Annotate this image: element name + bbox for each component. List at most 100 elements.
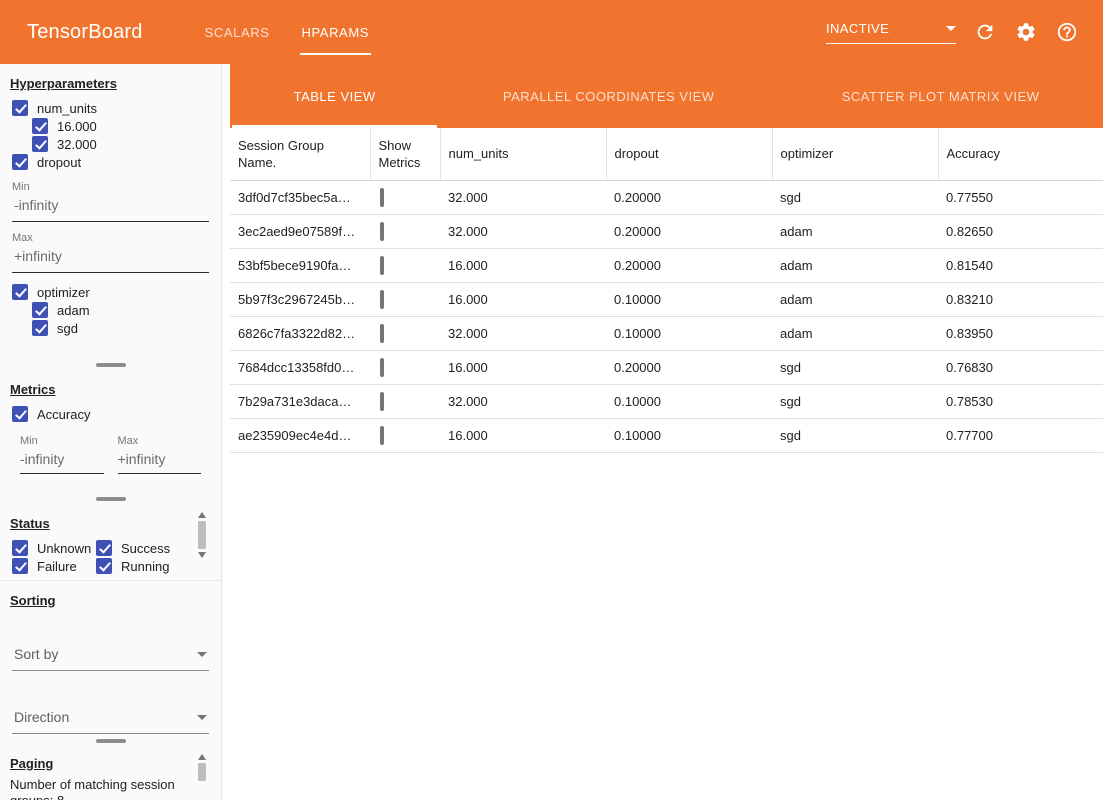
show-metrics-cell xyxy=(370,384,440,418)
adam-checkbox[interactable] xyxy=(32,302,48,318)
page-body: Hyperparameters num_units 16.000 32.000 … xyxy=(0,64,1103,800)
hparam-num-units-row[interactable]: num_units xyxy=(10,99,211,117)
hyperparameters-heading: Hyperparameters xyxy=(10,76,211,91)
metric-min-input[interactable]: -infinity xyxy=(20,447,104,474)
col-header-dropout: dropout xyxy=(606,128,772,180)
session-group-name-cell: ae235909ec4e4d… xyxy=(230,418,370,452)
scroll-down-icon[interactable] xyxy=(198,552,206,558)
show-metrics-checkbox[interactable] xyxy=(380,188,384,207)
checkbox-label: Unknown xyxy=(37,541,91,556)
paging-heading: Paging xyxy=(10,756,211,771)
hparam-value-16-row[interactable]: 16.000 xyxy=(30,117,211,135)
accuracy-checkbox[interactable] xyxy=(12,406,28,422)
panel-resize-handle[interactable] xyxy=(0,736,221,746)
scroll-up-icon[interactable] xyxy=(198,754,206,760)
refresh-icon xyxy=(974,21,996,43)
show-metrics-checkbox[interactable] xyxy=(380,392,384,411)
paging-scrollbar[interactable] xyxy=(197,754,207,796)
optimizer-checkbox[interactable] xyxy=(12,284,28,300)
metric-max-input[interactable]: +infinity xyxy=(118,447,202,474)
tab-scatter-plot-matrix-view[interactable]: SCATTER PLOT MATRIX VIEW xyxy=(778,64,1103,128)
dropout-max-input[interactable]: +infinity xyxy=(12,244,209,273)
col-header-session-group-name: Session Group Name. xyxy=(230,128,370,180)
optimizer-cell: adam xyxy=(772,316,938,350)
scroll-up-icon[interactable] xyxy=(198,512,206,518)
value-16-checkbox[interactable] xyxy=(32,118,48,134)
status-scrollbar[interactable] xyxy=(197,512,207,576)
show-metrics-checkbox[interactable] xyxy=(380,290,384,309)
optimizer-cell: adam xyxy=(772,214,938,248)
accuracy-cell: 0.83210 xyxy=(938,282,1103,316)
run-status-select[interactable]: INACTIVE xyxy=(826,21,956,44)
tab-scalars[interactable]: SCALARS xyxy=(189,0,286,64)
paging-panel: Paging Number of matching session groups… xyxy=(0,746,221,800)
tab-hparams[interactable]: HPARAMS xyxy=(286,0,386,64)
table-row: ae235909ec4e4d… 16.000 0.10000 sgd 0.777… xyxy=(230,418,1103,452)
metric-accuracy-row[interactable]: Accuracy xyxy=(10,405,211,423)
session-group-name-cell: 7b29a731e3daca… xyxy=(230,384,370,418)
metrics-heading: Metrics xyxy=(10,382,211,397)
table-row: 3ec2aed9e07589f… 32.000 0.20000 adam 0.8… xyxy=(230,214,1103,248)
metric-min-label: Min xyxy=(20,435,104,447)
num-units-cell: 16.000 xyxy=(440,248,606,282)
num-units-cell: 16.000 xyxy=(440,350,606,384)
num-units-cell: 16.000 xyxy=(440,282,606,316)
show-metrics-checkbox[interactable] xyxy=(380,358,384,377)
view-tabs: TABLE VIEW PARALLEL COORDINATES VIEW SCA… xyxy=(230,64,1103,128)
col-header-num-units: num_units xyxy=(440,128,606,180)
success-checkbox[interactable] xyxy=(96,540,112,556)
dropout-cell: 0.10000 xyxy=(606,282,772,316)
checkbox-label: 16.000 xyxy=(57,119,97,134)
col-header-optimizer: optimizer xyxy=(772,128,938,180)
running-checkbox[interactable] xyxy=(96,558,112,574)
panel-resize-handle[interactable] xyxy=(0,494,221,504)
status-success-row[interactable]: Success xyxy=(94,539,211,557)
status-running-row[interactable]: Running xyxy=(94,557,211,575)
accuracy-cell: 0.77700 xyxy=(938,418,1103,452)
value-32-checkbox[interactable] xyxy=(32,136,48,152)
hparam-sgd-row[interactable]: sgd xyxy=(30,319,211,337)
dropout-cell: 0.20000 xyxy=(606,180,772,214)
settings-button[interactable] xyxy=(1014,20,1038,44)
unknown-checkbox[interactable] xyxy=(12,540,28,556)
dropout-min-input[interactable]: -infinity xyxy=(12,193,209,222)
status-heading: Status xyxy=(10,516,211,531)
dropout-checkbox[interactable] xyxy=(12,154,28,170)
dropout-cell: 0.20000 xyxy=(606,214,772,248)
help-button[interactable] xyxy=(1055,20,1079,44)
hparam-adam-row[interactable]: adam xyxy=(30,301,211,319)
checkbox-label: dropout xyxy=(37,155,81,170)
sort-by-select[interactable]: Sort by xyxy=(12,640,209,671)
show-metrics-checkbox[interactable] xyxy=(380,222,384,241)
num-units-cell: 32.000 xyxy=(440,384,606,418)
metric-max-label: Max xyxy=(118,435,202,447)
table-row: 3df0d7cf35bec5a… 32.000 0.20000 sgd 0.77… xyxy=(230,180,1103,214)
sort-by-value: Sort by xyxy=(14,646,58,662)
accuracy-cell: 0.78530 xyxy=(938,384,1103,418)
hparam-dropout-row[interactable]: dropout xyxy=(10,153,211,171)
scrollbar-thumb[interactable] xyxy=(198,521,206,549)
status-failure-row[interactable]: Failure xyxy=(10,557,94,575)
failure-checkbox[interactable] xyxy=(12,558,28,574)
accuracy-cell: 0.81540 xyxy=(938,248,1103,282)
status-unknown-row[interactable]: Unknown xyxy=(10,539,94,557)
checkbox-label: Failure xyxy=(37,559,77,574)
scrollbar-thumb[interactable] xyxy=(198,763,206,781)
refresh-button[interactable] xyxy=(973,20,997,44)
dropout-cell: 0.10000 xyxy=(606,418,772,452)
status-options: Unknown Success Failure Running xyxy=(10,539,211,575)
show-metrics-checkbox[interactable] xyxy=(380,256,384,275)
hparam-value-32-row[interactable]: 32.000 xyxy=(30,135,211,153)
show-metrics-checkbox[interactable] xyxy=(380,324,384,343)
hparam-optimizer-row[interactable]: optimizer xyxy=(10,283,211,301)
panel-resize-handle[interactable] xyxy=(0,360,221,370)
show-metrics-checkbox[interactable] xyxy=(380,426,384,445)
tab-parallel-coordinates-view[interactable]: PARALLEL COORDINATES VIEW xyxy=(439,64,778,128)
metrics-panel: Metrics Accuracy Min -infinity Max +infi… xyxy=(0,370,221,494)
sgd-checkbox[interactable] xyxy=(32,320,48,336)
direction-select[interactable]: Direction xyxy=(12,703,209,734)
tab-table-view[interactable]: TABLE VIEW xyxy=(230,64,439,128)
optimizer-cell: adam xyxy=(772,248,938,282)
num-units-checkbox[interactable] xyxy=(12,100,28,116)
show-metrics-cell xyxy=(370,248,440,282)
